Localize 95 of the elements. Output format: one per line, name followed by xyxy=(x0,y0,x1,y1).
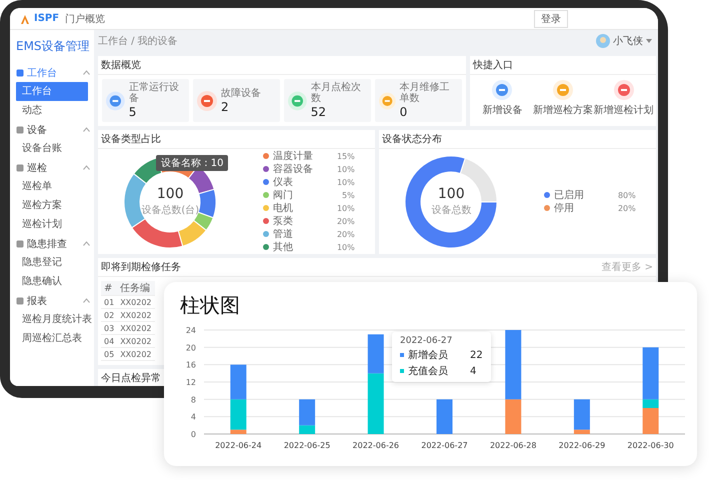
sidebar-item[interactable]: 动态 xyxy=(10,101,92,120)
stat-label: 本月点检次数 xyxy=(310,82,362,104)
sidebar-group[interactable]: 工作台 xyxy=(10,63,94,82)
column-header: 任务编 xyxy=(117,281,155,296)
sidebar-item[interactable]: 工作台 xyxy=(16,82,88,101)
x-axis-label: 2022-06-26 xyxy=(352,441,400,450)
table-cell: XX0202 xyxy=(117,308,155,322)
portal-title: 门户概览 xyxy=(65,12,106,26)
legend-percent: 10% xyxy=(336,164,355,174)
x-axis-label: 2022-06-27 xyxy=(421,441,468,450)
sidebar-item[interactable]: 隐患登记 xyxy=(10,253,92,272)
stat-value: 2 xyxy=(221,100,230,114)
table-cell: 03 xyxy=(101,322,118,334)
legend-label: 已启用 xyxy=(554,188,585,202)
sidebar-item[interactable]: 周巡检汇总表 xyxy=(10,329,92,348)
breadcrumb: 工作台 / 我的设备 xyxy=(98,34,178,48)
center-label: 设备总数 xyxy=(431,204,472,216)
sidebar-item[interactable]: 设备台账 xyxy=(10,139,92,158)
legend-label: 电机 xyxy=(272,202,294,215)
sidebar-group[interactable]: 报表 xyxy=(10,291,94,310)
table-cell: XX0202 xyxy=(117,334,155,348)
x-axis-label: 2022-06-24 xyxy=(215,441,262,450)
quick-entry-link[interactable]: 新增设备 xyxy=(472,103,532,117)
stat-label: 正常运行设备 xyxy=(128,82,180,104)
x-axis-label: 2022-06-25 xyxy=(284,441,330,450)
app-title: EMS设备管理 xyxy=(15,38,91,55)
legend-label: 其他 xyxy=(272,240,294,254)
sidebar-item[interactable]: 隐患确认 xyxy=(10,272,92,291)
table-cell: 01 xyxy=(101,296,118,308)
tooltip-label: 充值会员 xyxy=(408,364,449,378)
legend-label: 管道 xyxy=(272,228,294,241)
quick-entry-link[interactable]: 新增巡检方案 xyxy=(532,103,593,117)
card-title: 设备状态分布 xyxy=(379,130,656,149)
sidebar-group[interactable]: 隐患排查 xyxy=(10,234,94,253)
stat-value: 52 xyxy=(310,105,328,119)
logo-text: ISPF xyxy=(34,13,60,24)
legend-label: 阀门 xyxy=(272,188,294,202)
x-axis-label: 2022-06-30 xyxy=(627,441,674,450)
x-axis-label: 2022-06-29 xyxy=(558,441,606,450)
card-title: 快捷入口 xyxy=(470,56,656,75)
stat-label: 本月维修工单数 xyxy=(400,82,451,104)
table-cell: XX0202 xyxy=(117,322,155,334)
legend-percent: 15% xyxy=(336,152,355,160)
tooltip-value: 22 xyxy=(470,350,483,360)
card-title: 今日点检异常 xyxy=(101,372,161,385)
card-title: 数据概览 xyxy=(98,56,466,75)
y-tick-label: 16 xyxy=(186,360,196,370)
sidebar-item[interactable]: 巡检单 xyxy=(10,177,92,196)
legend-label: 容器设备 xyxy=(272,162,314,176)
legend-percent: 10% xyxy=(336,204,355,212)
chart-tooltip: 设备名称 : 10 xyxy=(156,155,228,171)
card-title: 设备类型占比 xyxy=(98,130,375,149)
tooltip-value: 4 xyxy=(470,366,476,376)
center-label: 设备总数(台) xyxy=(141,204,200,216)
stat-value: 0 xyxy=(400,105,408,119)
legend-percent: 10% xyxy=(336,178,355,186)
stat-value: 5 xyxy=(128,105,138,119)
legend-percent: 20% xyxy=(616,204,636,212)
y-tick-label: 24 xyxy=(186,326,196,335)
x-axis-label: 2022-06-28 xyxy=(490,441,536,450)
center-value: 100 xyxy=(438,186,465,202)
table-cell: XX0202 xyxy=(117,296,155,308)
legend-percent: 5% xyxy=(341,190,355,200)
sidebar-group[interactable]: 设备 xyxy=(10,120,94,139)
card-title: 即将到期检修任务 xyxy=(101,260,181,274)
sidebar-group[interactable]: 巡检 xyxy=(10,158,94,177)
chart-title: 柱状图 xyxy=(180,292,240,319)
table-cell: 05 xyxy=(101,348,118,360)
sidebar-item[interactable]: 巡检月度统计表 xyxy=(10,310,92,329)
y-tick-label: 4 xyxy=(190,412,196,422)
table-cell: 02 xyxy=(101,308,118,322)
legend-label: 泵类 xyxy=(272,214,294,228)
y-tick-label: 20 xyxy=(186,343,196,352)
legend-label: 仪表 xyxy=(272,176,294,189)
legend-percent: 20% xyxy=(336,230,355,238)
stat-label: 故障设备 xyxy=(221,88,261,98)
y-tick-label: 12 xyxy=(186,378,196,387)
legend-label: 温度计量 xyxy=(272,150,314,163)
legend-label: 停用 xyxy=(554,202,575,215)
tooltip-title: 2022-06-27 xyxy=(400,336,454,346)
login-button[interactable]: 登录 xyxy=(534,10,568,28)
y-tick-label: 0 xyxy=(190,430,196,439)
legend-percent: 80% xyxy=(616,190,636,200)
legend-percent: 10% xyxy=(336,242,355,252)
table-cell: XX0202 xyxy=(117,348,155,360)
y-tick-label: 8 xyxy=(190,395,196,404)
column-header: # xyxy=(101,281,118,296)
user-name[interactable]: 小飞侠 xyxy=(613,34,643,48)
tooltip-label: 新增会员 xyxy=(408,348,449,362)
center-value: 100 xyxy=(156,186,184,202)
table-cell: 04 xyxy=(101,334,118,348)
quick-entry-link[interactable]: 新增巡检计划 xyxy=(594,103,654,117)
sidebar-item[interactable]: 巡检计划 xyxy=(10,215,92,234)
legend-percent: 20% xyxy=(336,216,355,226)
sidebar-item[interactable]: 巡检方案 xyxy=(10,196,92,215)
